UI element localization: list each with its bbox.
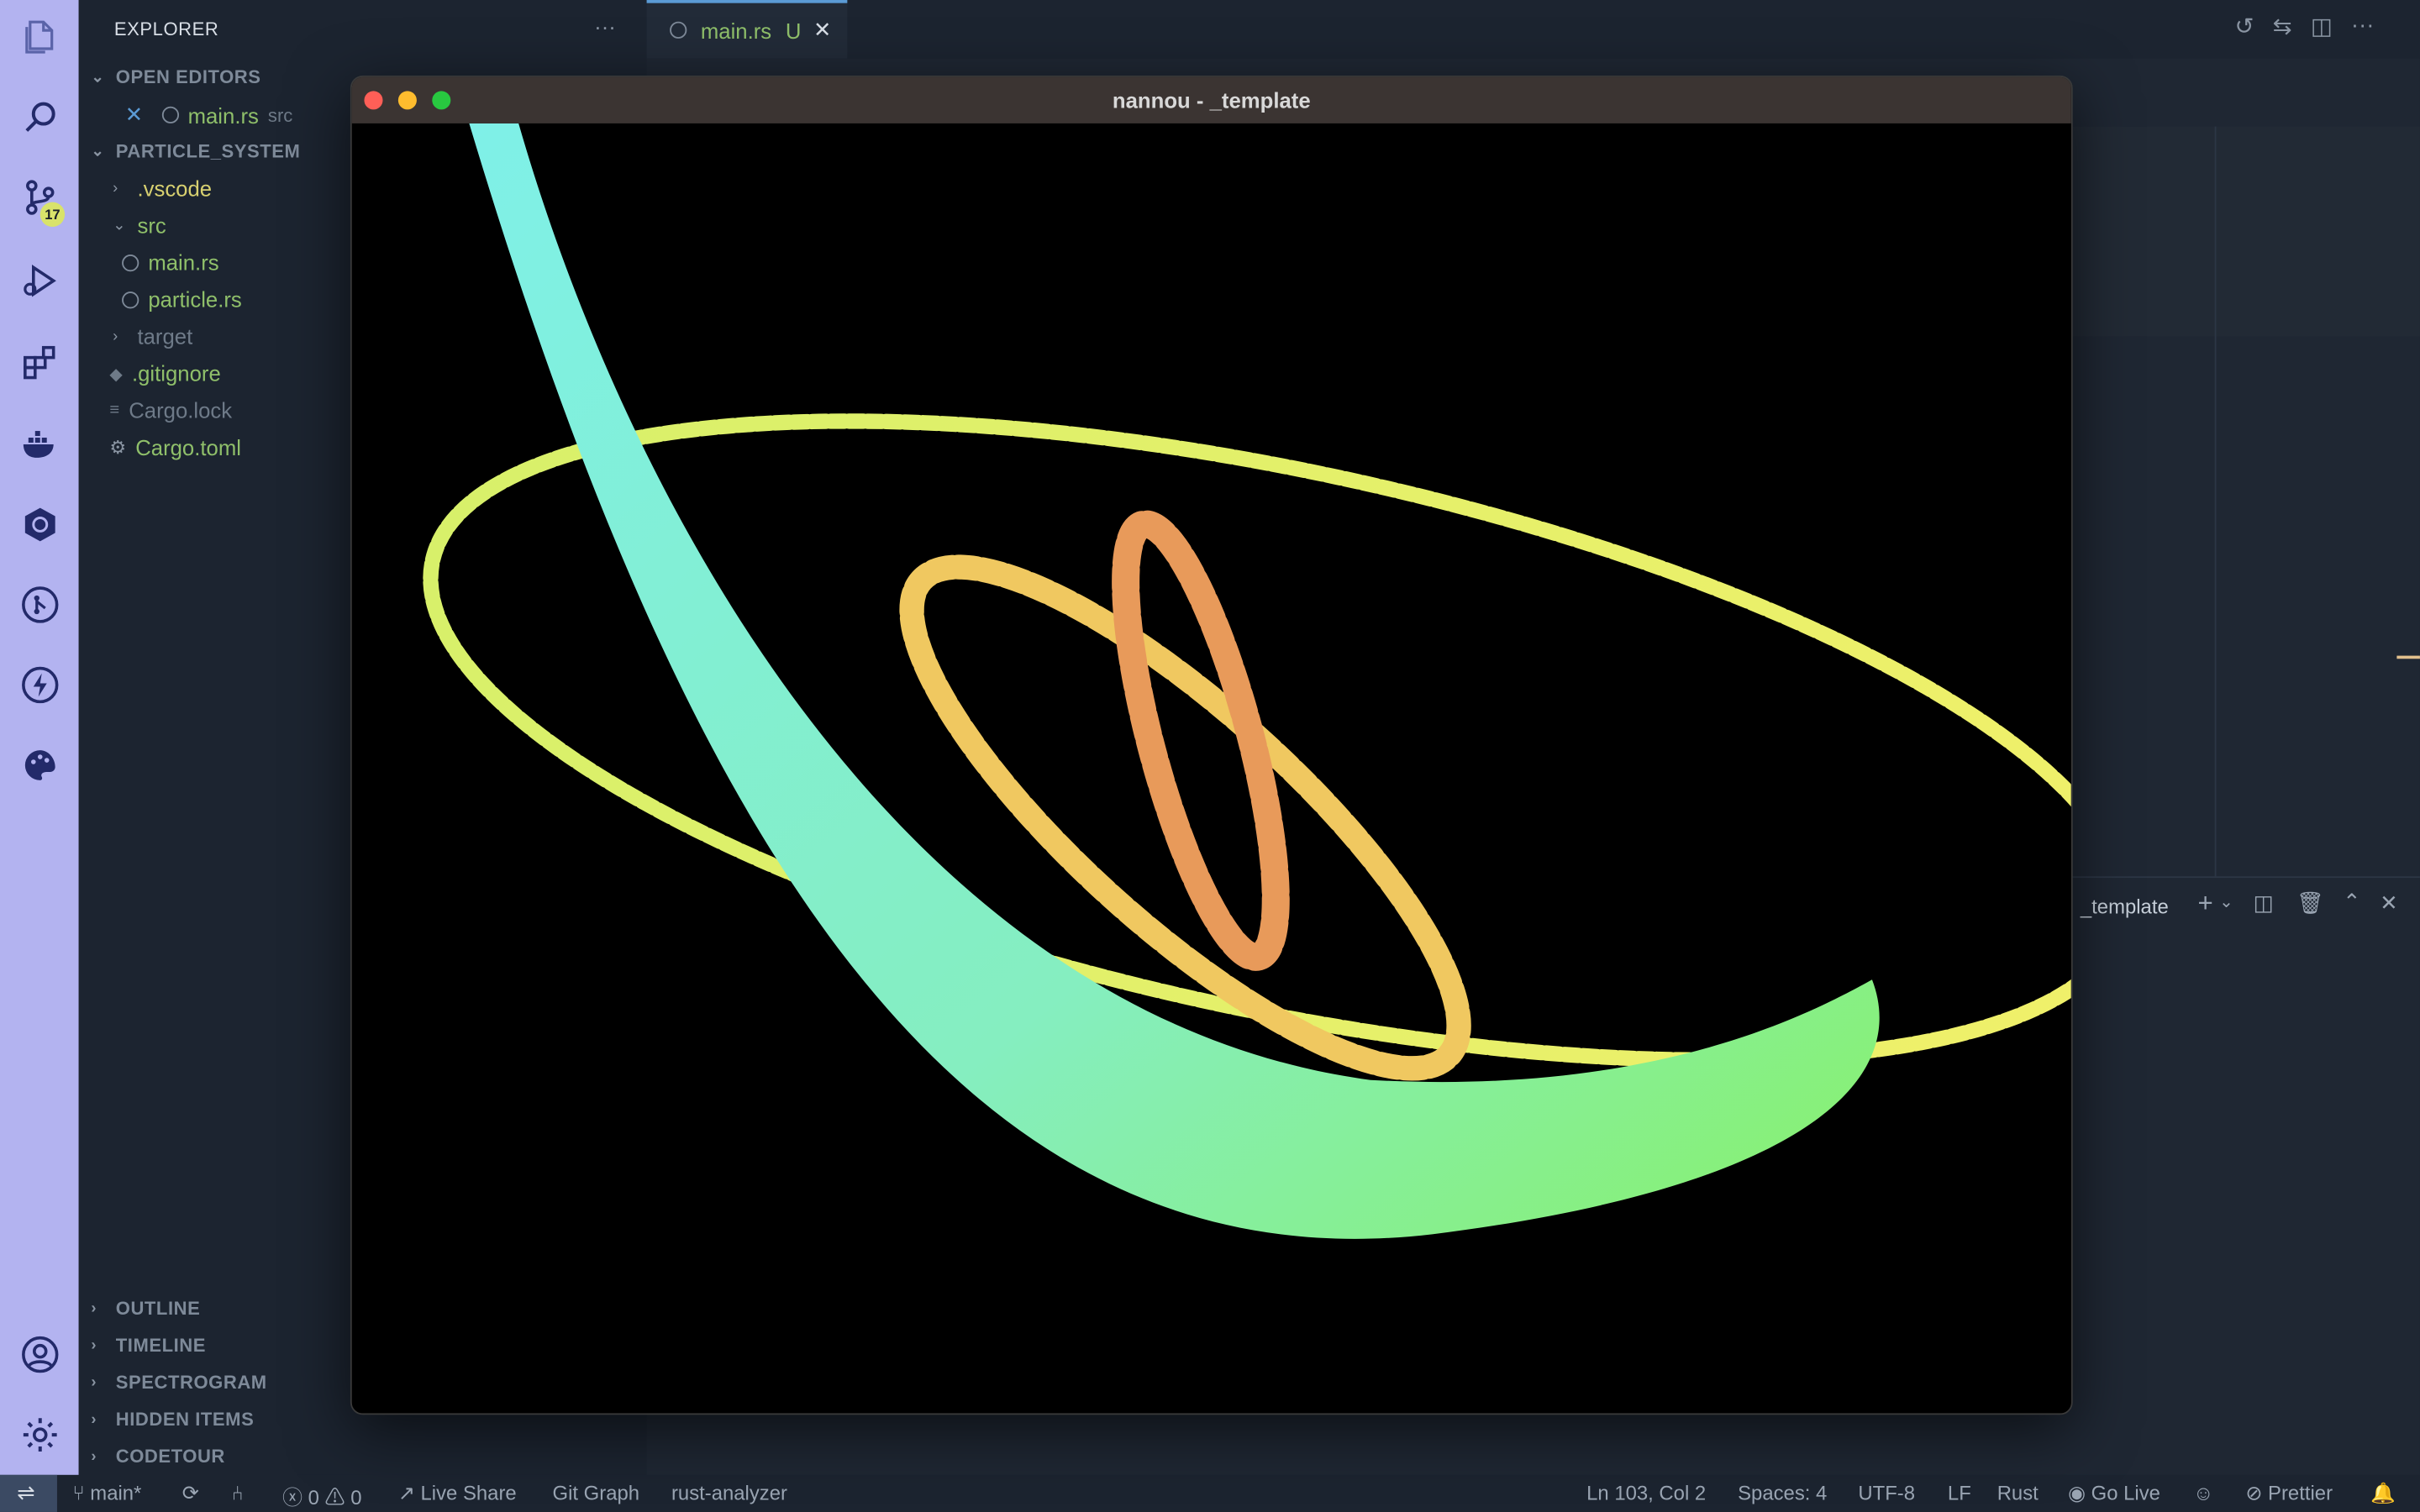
language-status[interactable]: Rust xyxy=(1997,1481,2039,1504)
window-title: nannou - _template xyxy=(1112,87,1311,113)
tab-main-rs[interactable]: main.rs U ✕ xyxy=(646,0,848,59)
gear-icon: ⚙ xyxy=(109,436,127,459)
compare-changes-icon[interactable]: ⇆ xyxy=(2273,13,2292,40)
eol-status[interactable]: LF xyxy=(1948,1481,1971,1504)
go-live-status[interactable]: ◉ Go Live xyxy=(2068,1481,2160,1505)
tree-file-cargo-lock[interactable]: ≡ Cargo.lock xyxy=(109,398,232,423)
codetour-section[interactable]: › CODETOUR xyxy=(91,1446,225,1467)
chevron-down-icon: ⌄ xyxy=(91,68,105,86)
rust-file-icon xyxy=(122,254,139,271)
chevron-down-icon: ⌄ xyxy=(113,217,126,234)
more-actions-icon[interactable]: ··· xyxy=(2351,13,2375,40)
files-icon[interactable] xyxy=(18,15,61,58)
editor-ruler xyxy=(2214,126,2217,877)
tree-file-particle-rs[interactable]: particle.rs xyxy=(122,287,242,312)
open-editor-item[interactable]: ✕ main.rs src xyxy=(125,102,293,128)
live-share-status[interactable]: ↗ Live Share xyxy=(398,1481,517,1505)
chevron-down-icon: ⌄ xyxy=(91,142,105,160)
git-graph-status[interactable]: Git Graph xyxy=(553,1481,640,1504)
close-icon[interactable]: ✕ xyxy=(813,17,832,43)
chevron-right-icon: › xyxy=(91,1336,97,1354)
extensions-icon[interactable] xyxy=(18,341,61,384)
nannou-window[interactable]: nannou - _template xyxy=(350,75,2073,1415)
problems-status[interactable]: ⓧ 0 ⚠ 0 xyxy=(282,1481,361,1510)
git-graph-icon[interactable] xyxy=(18,583,61,626)
branch-status[interactable]: ⑂ main* xyxy=(72,1481,141,1504)
bell-icon[interactable]: 🔔 xyxy=(2370,1481,2396,1505)
editor-line-highlight xyxy=(2068,126,2420,337)
kubernetes-icon[interactable] xyxy=(18,503,61,546)
tree-file-main-rs[interactable]: main.rs xyxy=(122,250,219,275)
error-icon: ⓧ xyxy=(282,1485,303,1509)
git-icon: ◆ xyxy=(109,365,123,384)
warning-icon: ⚠ xyxy=(324,1485,345,1509)
close-panel-icon[interactable]: ✕ xyxy=(2380,890,2398,916)
rust-analyzer-status[interactable]: rust-analyzer xyxy=(671,1481,787,1504)
open-editors-header[interactable]: ⌄ OPEN EDITORS xyxy=(91,66,260,88)
status-bar: ⇌ ⑂ main* ⟳ ⑃ ⓧ 0 ⚠ 0 ↗ Live Share Git G… xyxy=(0,1474,2420,1512)
project-header[interactable]: ⌄ PARTICLE_SYSTEM xyxy=(91,140,300,162)
tree-folder-target[interactable]: › target xyxy=(113,324,192,349)
docker-icon[interactable] xyxy=(18,423,61,465)
tree-file-cargo-toml[interactable]: ⚙ Cargo.toml xyxy=(109,435,241,459)
git-compare-icon[interactable]: ⑃ xyxy=(232,1481,244,1504)
outline-section[interactable]: › OUTLINE xyxy=(91,1298,200,1320)
terminal-name[interactable]: _template xyxy=(2081,895,2169,918)
remote-icon: ⇌ xyxy=(17,1479,35,1504)
spectrogram-section[interactable]: › SPECTROGRAM xyxy=(91,1372,266,1394)
settings-gear-icon[interactable] xyxy=(18,1413,61,1456)
hidden-items-section[interactable]: › HIDDEN ITEMS xyxy=(91,1409,254,1431)
rust-file-icon xyxy=(122,291,139,308)
account-icon[interactable] xyxy=(18,1333,61,1376)
editor-actions: ↺ ⇆ ◫ ··· xyxy=(2235,13,2375,40)
tree-folder-src[interactable]: ⌄ src xyxy=(113,213,166,237)
ellipsis-icon[interactable]: ··· xyxy=(594,14,616,39)
tree-folder-vscode[interactable]: › .vscode xyxy=(113,176,212,200)
source-control-badge: 17 xyxy=(39,202,66,227)
remote-indicator[interactable]: ⇌ xyxy=(0,1474,57,1512)
add-terminal-icon[interactable]: + xyxy=(2197,889,2212,920)
text-file-icon: ≡ xyxy=(109,401,120,420)
chevron-right-icon: › xyxy=(113,179,118,197)
search-icon[interactable] xyxy=(18,96,61,139)
chevron-right-icon: › xyxy=(113,328,118,345)
copilot-icon[interactable]: ☺ xyxy=(2193,1481,2213,1504)
sync-icon[interactable]: ⟳ xyxy=(182,1481,199,1505)
particle-render xyxy=(423,123,2071,1239)
history-icon[interactable]: ↺ xyxy=(2235,13,2254,40)
indentation-status[interactable]: Spaces: 4 xyxy=(1738,1481,1827,1504)
tab-bar xyxy=(646,0,2420,59)
tree-file-gitignore[interactable]: ◆ .gitignore xyxy=(109,361,220,386)
chevron-right-icon: › xyxy=(91,1373,97,1391)
cursor-position[interactable]: Ln 103, Col 2 xyxy=(1586,1481,1706,1504)
scrollbar-marker xyxy=(2396,655,2420,659)
split-editor-icon[interactable]: ◫ xyxy=(2311,13,2333,40)
palette-icon[interactable] xyxy=(18,743,61,786)
chevron-right-icon: › xyxy=(91,1447,97,1465)
trash-icon[interactable]: 🗑 xyxy=(2296,890,2324,916)
prettier-status[interactable]: ⊘ Prettier xyxy=(2245,1481,2333,1505)
explorer-title: EXPLORER xyxy=(113,18,219,40)
chevron-down-icon[interactable]: ⌄ xyxy=(2219,892,2233,911)
chevron-right-icon: › xyxy=(91,1299,97,1317)
maximize-panel-icon[interactable]: ⌃ xyxy=(2343,889,2361,915)
panel-divider xyxy=(2068,876,2420,879)
encoding-status[interactable]: UTF-8 xyxy=(1858,1481,1915,1504)
run-debug-icon[interactable] xyxy=(18,260,61,302)
terminal-panel-header: _template + ⌄ ◫ 🗑 ⌃ ✕ xyxy=(2068,883,2420,929)
rust-file-icon xyxy=(670,21,687,39)
chevron-right-icon: › xyxy=(91,1410,97,1428)
split-terminal-icon[interactable]: ◫ xyxy=(2254,890,2274,916)
timeline-section[interactable]: › TIMELINE xyxy=(91,1335,206,1357)
sketch-canvas[interactable] xyxy=(351,123,2071,1414)
rust-file-icon xyxy=(161,106,179,123)
close-icon[interactable]: ✕ xyxy=(125,102,144,128)
lightning-icon[interactable] xyxy=(18,664,61,706)
activity-bar: 17 xyxy=(0,0,79,1475)
window-titlebar[interactable]: nannou - _template xyxy=(351,76,2071,123)
